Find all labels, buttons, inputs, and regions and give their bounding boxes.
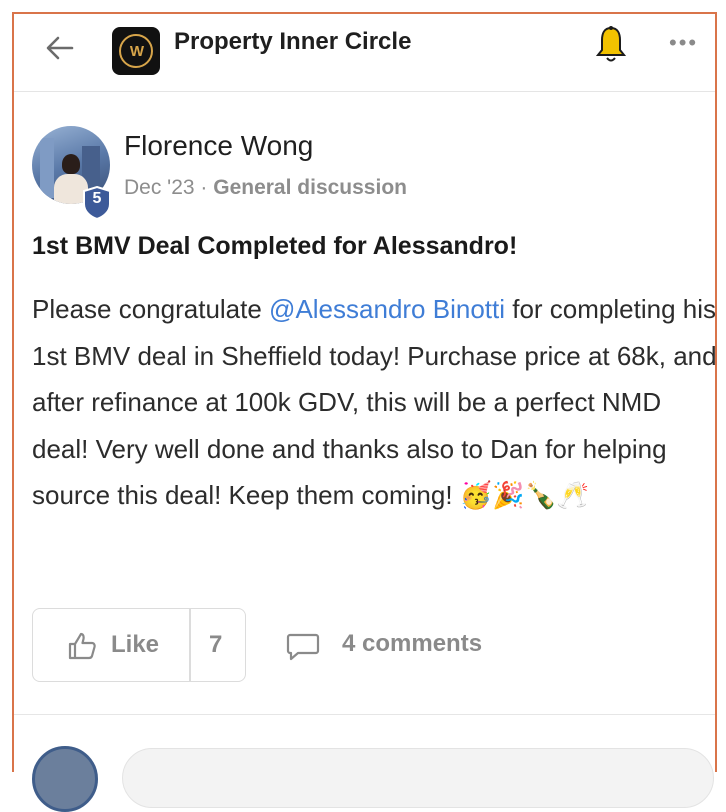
author-name[interactable]: Florence Wong xyxy=(124,130,313,162)
reply-input[interactable] xyxy=(122,748,714,808)
post-title: 1st BMV Deal Completed for Alessandro! xyxy=(32,232,518,260)
group-name[interactable]: Property Inner Circle xyxy=(174,28,411,56)
like-label: Like xyxy=(111,631,160,658)
comments-link[interactable]: 4 comments xyxy=(342,630,482,658)
user-mention-link[interactable]: @Alessandro Binotti xyxy=(269,294,505,324)
section-divider xyxy=(14,714,715,715)
post-meta: Dec '23 · General discussion xyxy=(124,176,407,200)
group-logo-mark: W xyxy=(119,34,153,68)
group-logo[interactable]: W xyxy=(112,27,160,75)
post-body-suffix: for completing his 1st BMV deal in Sheff… xyxy=(32,294,717,510)
post-body: Please congratulate @Alessandro Binotti … xyxy=(32,286,722,519)
group-header: W Property Inner Circle ••• xyxy=(14,14,715,92)
comment-icon[interactable] xyxy=(286,632,320,662)
avatar-photo-part xyxy=(40,138,54,198)
like-count[interactable]: 7 xyxy=(209,631,222,659)
post-date[interactable]: Dec '23 xyxy=(124,176,195,199)
post-body-prefix: Please congratulate xyxy=(32,294,270,324)
level-badge-number: 5 xyxy=(92,190,102,207)
avatar-photo-part xyxy=(62,154,80,174)
thumbs-up-icon xyxy=(68,632,96,660)
celebration-emojis: 🥳🎉🍾🥂 xyxy=(459,480,590,510)
meta-separator: · xyxy=(200,176,208,199)
back-arrow-icon[interactable] xyxy=(44,32,76,64)
more-icon[interactable]: ••• xyxy=(669,30,698,56)
bell-icon[interactable] xyxy=(594,24,628,66)
app-frame: W Property Inner Circle ••• 5 Florence W… xyxy=(12,12,717,812)
current-user-avatar xyxy=(32,746,98,812)
like-divider xyxy=(189,609,191,681)
like-button[interactable]: Like 7 xyxy=(32,608,246,682)
post-category[interactable]: General discussion xyxy=(213,176,407,199)
